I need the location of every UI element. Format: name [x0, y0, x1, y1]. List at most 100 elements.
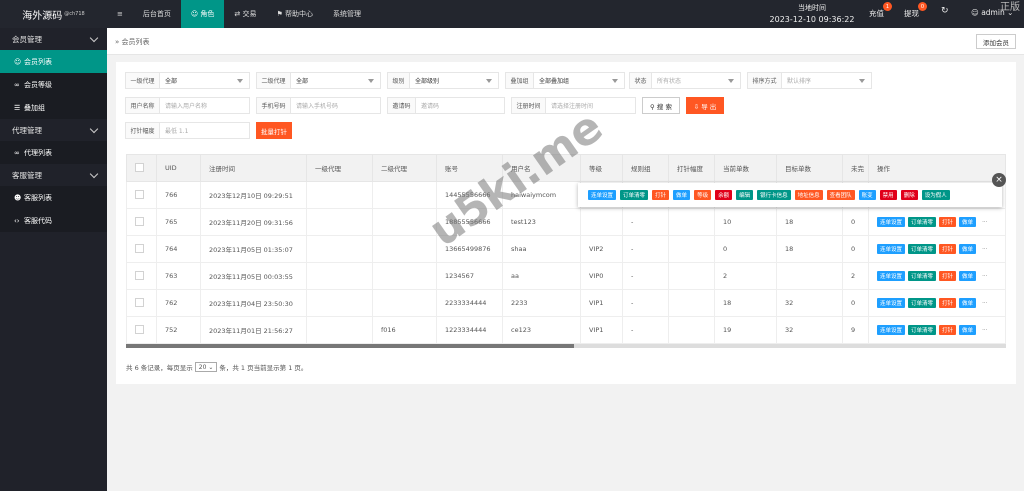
action-button[interactable]: ···: [979, 298, 990, 308]
withdraw-link[interactable]: 提现 0: [904, 2, 927, 19]
agent2-select[interactable]: 二级代理 全部: [256, 72, 381, 89]
nav-home[interactable]: 后台首页: [133, 0, 181, 28]
popup-action-button[interactable]: 地址信息: [794, 190, 823, 200]
action-button[interactable]: 订单清零: [908, 271, 937, 281]
phone-field[interactable]: 手机号码 请输入手机号码: [256, 97, 381, 114]
list-icon: ☰: [14, 103, 21, 112]
table-row: 765 2023年11月20日 09:31:56 18855556666 test12…: [126, 208, 1006, 236]
agent1-select[interactable]: 一级代理 全部: [125, 72, 250, 89]
row-checkbox[interactable]: [135, 324, 144, 334]
action-button[interactable]: 做单: [959, 271, 977, 281]
popup-action-button[interactable]: 账变: [858, 190, 876, 200]
range-field[interactable]: 打针幅度 最低 1.1: [125, 122, 250, 139]
close-icon[interactable]: ×: [992, 173, 1006, 187]
action-button[interactable]: 做单: [959, 298, 977, 308]
sidebar-group[interactable]: 代理管理: [0, 119, 107, 141]
batch-inject-button[interactable]: 批量打针: [256, 122, 292, 139]
menu-toggle-icon[interactable]: ≡: [107, 0, 133, 28]
sidebar-item[interactable]: ☰ 叠加组: [0, 96, 107, 119]
nav-trade[interactable]: ⇄ 交易: [224, 0, 266, 28]
action-button[interactable]: 连单设置: [877, 244, 906, 254]
row-checkbox[interactable]: [135, 297, 144, 307]
username-field[interactable]: 用户名称 请输入用户名称: [125, 97, 250, 114]
action-button[interactable]: 做单: [959, 217, 977, 227]
action-button[interactable]: 连单设置: [877, 271, 906, 281]
status-select[interactable]: 状态 所有状态: [629, 72, 741, 89]
popup-action-button[interactable]: 做单: [673, 190, 691, 200]
action-button[interactable]: ···: [979, 325, 990, 335]
action-button[interactable]: 打针: [939, 271, 957, 281]
action-button[interactable]: 打针: [939, 217, 957, 227]
row-checkbox[interactable]: [135, 216, 144, 226]
nav-system[interactable]: 系统管理: [323, 0, 371, 28]
action-button[interactable]: ···: [979, 244, 990, 254]
top-nav: ≡ 后台首页 ☺ 角色 ⇄ 交易 ⚑ 帮助中心 系统管理: [107, 0, 371, 28]
sidebar-item[interactable]: ☻ 客服列表: [0, 186, 107, 209]
row-checkbox[interactable]: [135, 270, 144, 280]
cell-range: [668, 235, 715, 263]
cell-uid: 752: [156, 316, 201, 344]
sidebar-group[interactable]: 会员管理: [0, 28, 107, 50]
search-button[interactable]: ⚲ 搜 索: [642, 97, 680, 114]
popup-action-button[interactable]: 禁用: [879, 190, 897, 200]
invite-field[interactable]: 邀请码 邀请码: [387, 97, 505, 114]
action-button[interactable]: 订单清零: [908, 244, 937, 254]
nav-role[interactable]: ☺ 角色: [180, 0, 225, 28]
actions-cell: 连单设置 订单清零 打针 做单 ···: [868, 262, 1006, 290]
sidebar-item[interactable]: ∞ 会员等级: [0, 73, 107, 96]
action-button[interactable]: 连单设置: [877, 298, 906, 308]
nav-help[interactable]: ⚑ 帮助中心: [267, 0, 324, 28]
select-all-checkbox[interactable]: [135, 162, 144, 172]
column-header: 操作: [868, 154, 1006, 182]
popup-action-button[interactable]: 银行卡信息: [757, 190, 791, 200]
action-button[interactable]: 打针: [939, 298, 957, 308]
sidebar-group[interactable]: 客服管理: [0, 164, 107, 186]
action-button[interactable]: 连单设置: [877, 325, 906, 335]
action-button[interactable]: ···: [979, 271, 990, 281]
row-checkbox[interactable]: [135, 243, 144, 253]
popup-action-button[interactable]: 设为假人: [921, 190, 950, 200]
action-button[interactable]: 做单: [959, 244, 977, 254]
add-member-button[interactable]: 添加会员: [976, 34, 1016, 49]
cell-rule: -: [622, 208, 669, 236]
sort-select[interactable]: 排序方式 默认排序: [747, 72, 872, 89]
actions-cell: 连单设置 订单清零 打针 做单 ···: [868, 208, 1006, 236]
popup-action-button[interactable]: 等级: [694, 190, 712, 200]
table-row: 752 2023年11月01日 21:56:27 f016 1223334444 ce1…: [126, 316, 1006, 344]
action-button[interactable]: 订单清零: [908, 298, 937, 308]
popup-action-button[interactable]: 查看团队: [826, 190, 855, 200]
chevron-down-icon: [728, 79, 734, 83]
sidebar-item[interactable]: ☺ 会员列表: [0, 50, 107, 73]
recharge-link[interactable]: 充值 1: [869, 2, 892, 19]
export-button[interactable]: ⇩ 导 出: [686, 97, 724, 114]
action-button[interactable]: 订单清零: [908, 325, 937, 335]
cell-uid: 766: [156, 181, 201, 209]
row-checkbox[interactable]: [135, 189, 144, 199]
row-actions: 连单设置 订单清零 打针 做单 ···: [877, 298, 1005, 308]
column-header[interactable]: [126, 154, 157, 182]
sidebar-item[interactable]: ∞ 代理列表: [0, 141, 107, 164]
action-button[interactable]: ···: [979, 217, 990, 227]
breadcrumb[interactable]: » 会员列表: [115, 37, 150, 47]
refresh-icon[interactable]: ↻: [941, 6, 949, 16]
popup-action-button[interactable]: 订单清零: [620, 190, 649, 200]
popup-action-button[interactable]: 删除: [900, 190, 918, 200]
action-button[interactable]: 订单清零: [908, 217, 937, 227]
local-time: 当地时间 2023-12-10 09:36:22: [762, 3, 862, 25]
horizontal-scrollbar[interactable]: [126, 344, 1006, 348]
sidebar-item[interactable]: ‹› 客服代码: [0, 209, 107, 232]
chevron-down-icon: [237, 79, 243, 83]
action-button[interactable]: 做单: [959, 325, 977, 335]
action-button[interactable]: 连单设置: [877, 217, 906, 227]
popup-action-button[interactable]: 打针: [652, 190, 670, 200]
stack-select[interactable]: 叠加组 全部叠加组: [505, 72, 625, 89]
scrollbar-thumb[interactable]: [126, 344, 574, 348]
app-logo[interactable]: 海外源码 @ch718: [0, 0, 107, 28]
action-button[interactable]: 打针: [939, 244, 957, 254]
per-page-select[interactable]: 20 ⌄: [194, 362, 218, 372]
level-select[interactable]: 级别 全部级别: [387, 72, 499, 89]
popup-action-button[interactable]: 连单设置: [588, 190, 617, 200]
popup-action-button[interactable]: 编辑: [736, 190, 754, 200]
action-button[interactable]: 打针: [939, 325, 957, 335]
popup-action-button[interactable]: 余额: [715, 190, 733, 200]
